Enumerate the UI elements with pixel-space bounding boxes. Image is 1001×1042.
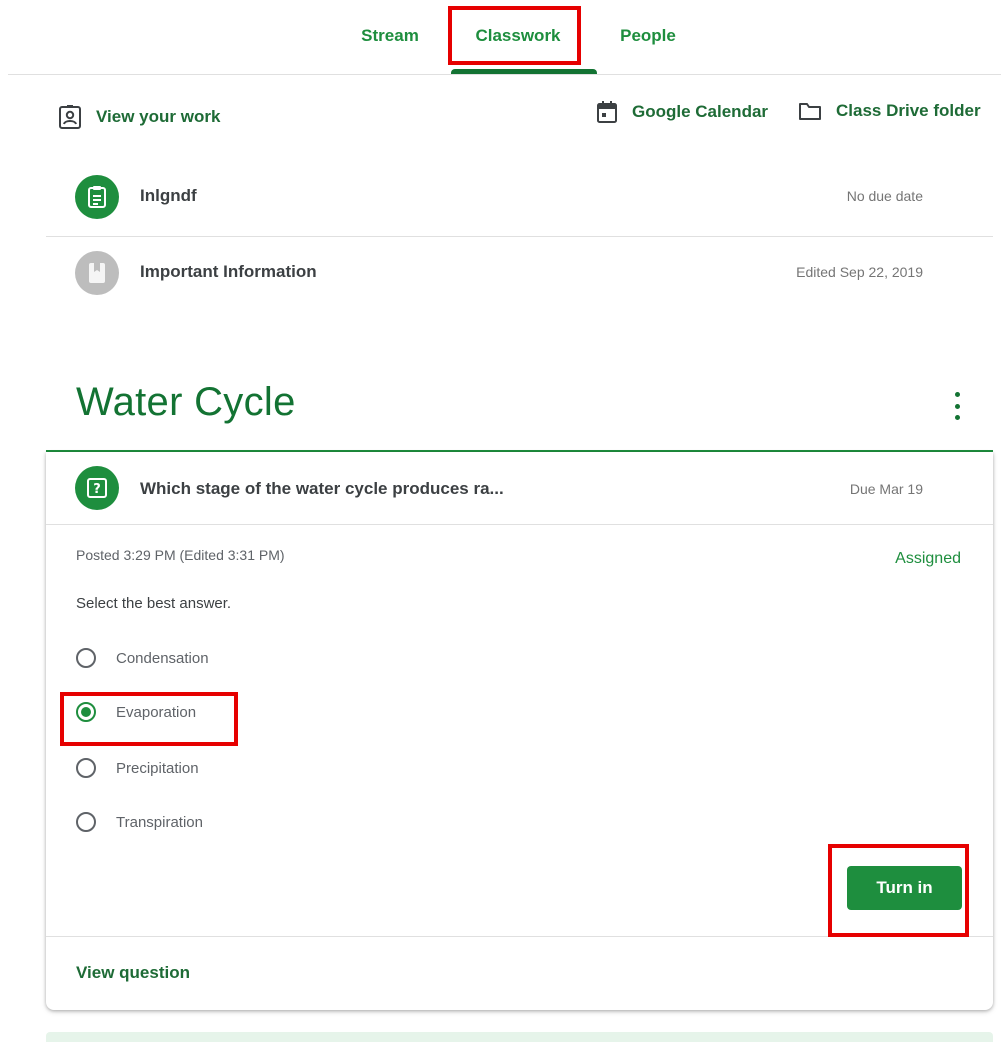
status-badge: Assigned: [895, 550, 961, 567]
material-edited-date: Edited Sep 22, 2019: [796, 264, 923, 280]
question-instruction: Select the best answer.: [76, 595, 232, 612]
more-options-icon[interactable]: [946, 392, 968, 420]
view-your-work-label: View your work: [96, 107, 221, 126]
card-footer-divider: [46, 936, 993, 937]
topic-title: Water Cycle: [76, 380, 296, 424]
tab-stream[interactable]: Stream: [330, 0, 450, 72]
view-your-work-link[interactable]: View your work: [58, 104, 220, 130]
tab-people[interactable]: People: [588, 0, 708, 72]
next-card-peek: [46, 1032, 993, 1042]
turn-in-button[interactable]: Turn in: [847, 866, 962, 910]
google-calendar-label: Google Calendar: [632, 102, 769, 121]
option-transpiration[interactable]: Transpiration: [76, 807, 203, 837]
assignment-due-status: No due date: [846, 188, 923, 204]
question-due-date: Due Mar 19: [849, 481, 923, 497]
radio-condensation[interactable]: [76, 648, 96, 668]
material-icon: [75, 251, 119, 295]
question-title: Which stage of the water cycle produces …: [140, 479, 504, 498]
question-card: ? Which stage of the water cycle produce…: [46, 452, 993, 1010]
top-tab-bar: Stream Classwork People: [8, 0, 1001, 75]
material-row[interactable]: Important Information Edited Sep 22, 201…: [46, 234, 993, 310]
view-question-link[interactable]: View question: [76, 963, 190, 983]
class-drive-folder-label: Class Drive folder: [836, 101, 981, 120]
classwork-page: Stream Classwork People View your work G…: [0, 0, 1001, 1042]
option-label: Transpiration: [116, 813, 203, 831]
assignment-title: Inlgndf: [140, 186, 197, 205]
folder-icon: [799, 103, 821, 120]
class-drive-folder-link[interactable]: Class Drive folder: [798, 100, 981, 122]
option-condensation[interactable]: Condensation: [76, 643, 209, 673]
option-evaporation[interactable]: Evaporation: [76, 697, 196, 727]
svg-text:?: ?: [93, 482, 101, 497]
option-precipitation[interactable]: Precipitation: [76, 753, 199, 783]
radio-transpiration[interactable]: [76, 812, 96, 832]
account-box-icon: [59, 105, 81, 129]
posted-timestamp: Posted 3:29 PM (Edited 3:31 PM): [76, 547, 285, 563]
radio-precipitation[interactable]: [76, 758, 96, 778]
option-label: Condensation: [116, 649, 209, 667]
option-label: Evaporation: [116, 703, 197, 721]
tab-classwork[interactable]: Classwork: [448, 0, 588, 72]
option-label: Precipitation: [116, 759, 199, 777]
radio-evaporation-selected[interactable]: [76, 702, 96, 722]
assignment-icon: [75, 175, 119, 219]
question-icon: ?: [75, 466, 119, 510]
assignment-row[interactable]: Inlgndf No due date: [46, 158, 993, 234]
google-calendar-link[interactable]: Google Calendar: [596, 100, 768, 124]
calendar-icon: [597, 101, 617, 123]
material-title: Important Information: [140, 262, 317, 281]
card-header-divider: [46, 524, 993, 525]
question-header[interactable]: ? Which stage of the water cycle produce…: [46, 452, 993, 524]
active-tab-indicator: [451, 69, 597, 74]
